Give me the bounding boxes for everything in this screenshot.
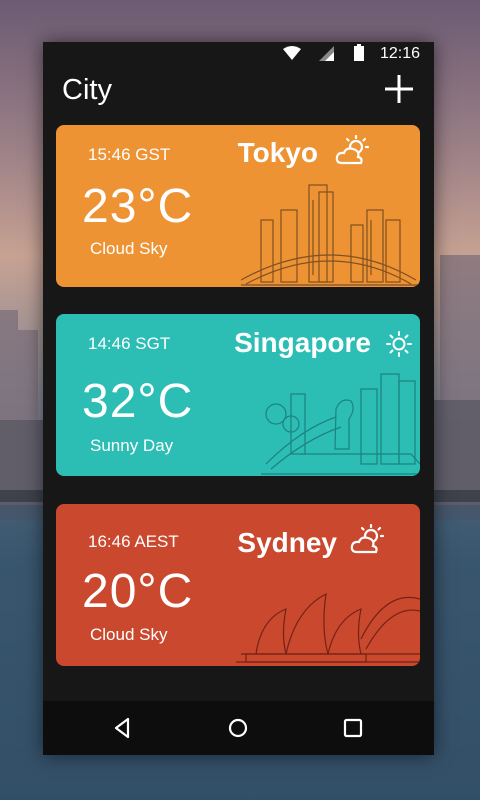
tokyo-skyline-illustration bbox=[241, 184, 420, 286]
singapore-skyline-illustration bbox=[261, 373, 420, 475]
status-bar: 12:16 bbox=[43, 42, 434, 66]
sun-icon bbox=[386, 331, 412, 357]
page-title: City bbox=[62, 74, 112, 106]
back-button[interactable] bbox=[107, 713, 137, 743]
city-name: Singapore bbox=[234, 327, 371, 358]
temperature: 20°C bbox=[82, 565, 194, 618]
battery-icon bbox=[354, 44, 364, 61]
partly-cloudy-icon bbox=[335, 135, 370, 165]
local-time: 16:46 AEST bbox=[88, 532, 179, 551]
city-card-sydney[interactable]: 16:46 AEST 20°C Cloud Sky Sydney bbox=[56, 504, 420, 666]
sydney-opera-house-illustration bbox=[236, 592, 420, 663]
condition: Sunny Day bbox=[90, 436, 174, 455]
navigation-bar bbox=[43, 701, 434, 755]
recents-button[interactable] bbox=[338, 713, 368, 743]
back-icon bbox=[114, 717, 130, 739]
condition: Cloud Sky bbox=[90, 239, 168, 258]
temperature: 23°C bbox=[82, 180, 194, 233]
signal-icon bbox=[319, 46, 334, 61]
local-time: 14:46 SGT bbox=[88, 334, 171, 353]
wifi-icon bbox=[283, 46, 301, 60]
status-time: 12:16 bbox=[379, 45, 420, 62]
add-city-button[interactable] bbox=[384, 74, 414, 104]
local-time: 15:46 GST bbox=[88, 145, 171, 164]
city-card-singapore[interactable]: 14:46 SGT 32°C Sunny Day Singapore bbox=[56, 314, 420, 476]
recents-icon bbox=[343, 718, 363, 738]
city-name: Tokyo bbox=[237, 137, 318, 168]
plus-icon bbox=[385, 75, 413, 103]
city-card-tokyo[interactable]: 15:46 GST 23°C Cloud Sky Tokyo bbox=[56, 125, 420, 287]
home-button[interactable] bbox=[223, 713, 253, 743]
home-icon bbox=[228, 718, 248, 738]
city-name: Sydney bbox=[237, 527, 337, 558]
condition: Cloud Sky bbox=[90, 625, 168, 644]
app-bar: City bbox=[43, 66, 434, 126]
temperature: 32°C bbox=[82, 375, 194, 428]
phone-screen: 12:16 City 15:46 GST 23°C Cloud Sky Toky… bbox=[43, 42, 434, 755]
partly-cloudy-icon bbox=[350, 524, 385, 554]
